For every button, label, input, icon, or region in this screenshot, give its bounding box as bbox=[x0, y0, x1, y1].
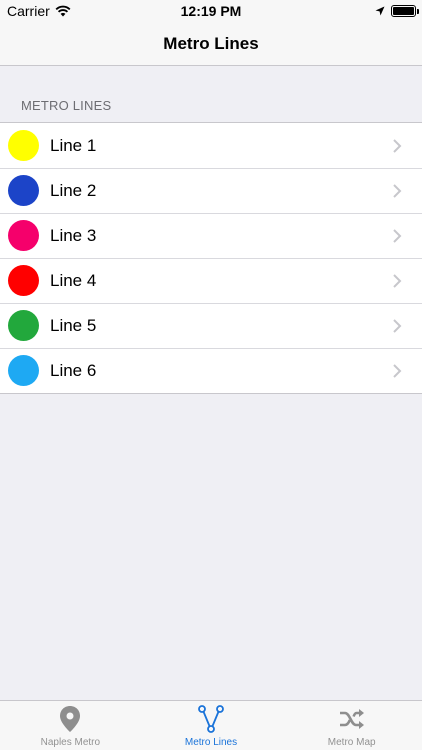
network-branch-icon bbox=[196, 704, 226, 734]
wifi-icon bbox=[55, 5, 71, 17]
chevron-right-icon bbox=[393, 318, 402, 333]
line-row[interactable]: Line 2 bbox=[0, 168, 422, 213]
location-arrow-icon bbox=[375, 6, 385, 16]
line-color-dot bbox=[8, 220, 39, 251]
tab-naples-metro[interactable]: Naples Metro bbox=[0, 701, 141, 750]
line-row[interactable]: Line 1 bbox=[0, 123, 422, 168]
line-label: Line 3 bbox=[50, 225, 97, 245]
chevron-right-icon bbox=[393, 183, 402, 198]
tab-metro-lines[interactable]: Metro Lines bbox=[141, 701, 282, 750]
status-right bbox=[375, 5, 419, 17]
chevron-right-icon bbox=[393, 273, 402, 288]
chevron-right-icon bbox=[393, 363, 402, 378]
line-color-dot bbox=[8, 130, 39, 161]
status-left: Carrier bbox=[7, 3, 71, 19]
line-row[interactable]: Line 4 bbox=[0, 258, 422, 303]
navigation-bar: Metro Lines bbox=[0, 22, 422, 66]
line-label: Line 6 bbox=[50, 360, 97, 380]
battery-icon bbox=[391, 5, 419, 17]
line-color-dot bbox=[8, 175, 39, 206]
metro-lines-list: Line 1 Line 2 Line 3 Line 4 Line 5 Line 6 bbox=[0, 122, 422, 394]
chevron-right-icon bbox=[393, 228, 402, 243]
tab-label: Metro Map bbox=[327, 737, 376, 748]
line-row[interactable]: Line 3 bbox=[0, 213, 422, 258]
status-bar: Carrier 12:19 PM bbox=[0, 0, 422, 22]
line-label: Line 4 bbox=[50, 270, 97, 290]
tab-bar: Naples Metro Metro Lines Metro Map bbox=[0, 700, 422, 750]
line-color-dot bbox=[8, 265, 39, 296]
section-header: METRO LINES bbox=[21, 98, 112, 113]
line-color-dot bbox=[8, 355, 39, 386]
line-label: Line 5 bbox=[50, 315, 97, 335]
carrier-label: Carrier bbox=[7, 3, 50, 19]
page-title: Metro Lines bbox=[163, 33, 259, 53]
line-label: Line 1 bbox=[50, 135, 97, 155]
tab-metro-map[interactable]: Metro Map bbox=[281, 701, 422, 750]
line-label: Line 2 bbox=[50, 180, 97, 200]
line-row[interactable]: Line 6 bbox=[0, 348, 422, 393]
line-color-dot bbox=[8, 310, 39, 341]
chevron-right-icon bbox=[393, 138, 402, 153]
tab-label: Metro Lines bbox=[184, 737, 238, 748]
map-pin-icon bbox=[55, 704, 85, 734]
shuffle-icon bbox=[337, 704, 367, 734]
tab-label: Naples Metro bbox=[40, 737, 101, 748]
line-row[interactable]: Line 5 bbox=[0, 303, 422, 348]
